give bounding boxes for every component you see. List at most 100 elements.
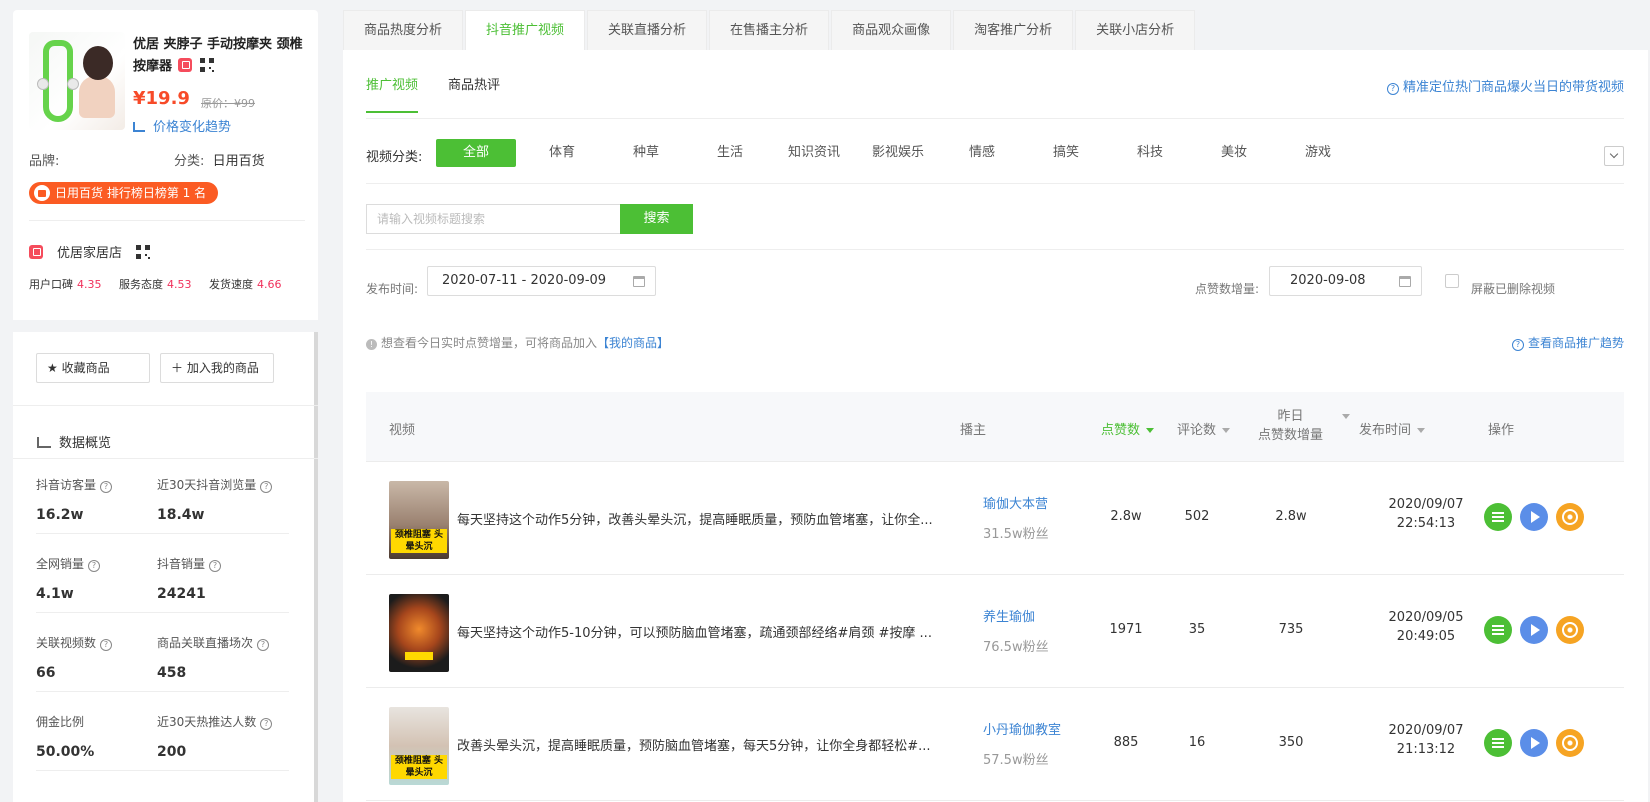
video-thumbnail[interactable]: 颈椎阻塞 头晕头沉 xyxy=(389,481,449,559)
col-publish-sort[interactable]: 发布时间 xyxy=(1359,419,1426,438)
video-search-input[interactable] xyxy=(366,204,621,234)
help-icon[interactable]: ? xyxy=(260,481,273,493)
table-row[interactable]: 每天坚持这个动作5-10分钟，可以预防脑血管堵塞，疏通颈部经络#肩颈 #按摩 .… xyxy=(366,576,1624,688)
subtab-promo-videos[interactable]: 推广视频 xyxy=(366,74,419,113)
help-icon[interactable]: ? xyxy=(88,560,101,572)
help-icon[interactable]: ? xyxy=(100,639,113,651)
anchor-name[interactable]: 养生瑜伽 xyxy=(983,606,1035,625)
target-icon[interactable] xyxy=(1556,616,1584,644)
chart-icon xyxy=(133,122,145,132)
tab-anchor-analysis[interactable]: 在售播主分析 xyxy=(709,10,830,50)
table-row[interactable]: 颈椎阻塞 头晕头沉 改善头晕头沉，提高睡眠质量，预防脑血管堵塞，每天5分钟，让你… xyxy=(366,689,1624,801)
sort-caret-icon xyxy=(1417,428,1426,433)
stat-douyin-sales: 抖音销量? 24241 xyxy=(157,555,222,602)
category-recommend[interactable]: 种草 xyxy=(604,139,688,167)
tab-shop-analysis[interactable]: 关联小店分析 xyxy=(1075,10,1196,50)
category-game[interactable]: 游戏 xyxy=(1276,139,1360,167)
score-value: 4.53 xyxy=(167,278,192,291)
thumbnail-caption: 颈椎阻塞 头晕头沉 xyxy=(391,529,447,553)
massager-knob-left xyxy=(37,78,49,90)
stat-visitors: 抖音访客量? 16.2w xyxy=(36,476,113,523)
sub-tabs: 推广视频 商品热评 xyxy=(366,74,530,113)
qr-code-icon[interactable] xyxy=(200,58,215,72)
category-life[interactable]: 生活 xyxy=(688,139,772,167)
video-title[interactable]: 每天坚持这个动作5-10分钟，可以预防脑血管堵塞，疏通颈部经络#肩颈 #按摩 .… xyxy=(457,622,962,641)
category-entertainment[interactable]: 影视娱乐 xyxy=(856,139,940,167)
shop-row[interactable]: 优居家居店 xyxy=(29,242,151,261)
help-link-label: 精准定位热门商品爆火当日的带货视频 xyxy=(1402,80,1624,95)
col-ops: 操作 xyxy=(1488,423,1515,438)
help-icon[interactable]: ? xyxy=(260,718,273,730)
col-likes: 点赞数 xyxy=(1101,423,1141,438)
expand-categories-button[interactable] xyxy=(1604,146,1624,166)
help-icon[interactable]: ? xyxy=(100,481,113,493)
play-icon[interactable] xyxy=(1520,729,1548,757)
play-icon[interactable] xyxy=(1520,503,1548,531)
product-image[interactable] xyxy=(29,32,125,130)
promo-trend-label: 查看商品推广趋势 xyxy=(1527,336,1624,350)
detail-list-icon[interactable] xyxy=(1484,616,1512,644)
subtab-hot-comments[interactable]: 商品热评 xyxy=(448,74,500,113)
stat-label: 抖音访客量 xyxy=(36,478,97,492)
col-yesterday-sort[interactable]: 昨日 点赞数增量 xyxy=(1258,407,1350,445)
category-emotion[interactable]: 情感 xyxy=(940,139,1024,167)
anchor-name[interactable]: 小丹瑜伽教室 xyxy=(983,719,1061,738)
publish-time: 2020/09/07 21:13:12 xyxy=(1381,721,1471,759)
hide-deleted-checkbox[interactable] xyxy=(1445,274,1459,288)
stat-value: 18.4w xyxy=(157,507,205,523)
anchor-name[interactable]: 瑜伽大本营 xyxy=(983,493,1048,512)
promo-trend-link[interactable]: ? 查看商品推广趋势 xyxy=(1511,334,1624,351)
stat-value: 200 xyxy=(157,744,187,760)
category-knowledge[interactable]: 知识资讯 xyxy=(772,139,856,167)
massager-knob-right xyxy=(67,78,79,90)
rank-badge-label: 日用百货 排行榜日榜第 1 名 xyxy=(55,186,207,200)
category-beauty[interactable]: 美妆 xyxy=(1192,139,1276,167)
tab-audience-profile[interactable]: 商品观众画像 xyxy=(831,10,952,50)
divider xyxy=(366,118,1624,119)
target-icon[interactable] xyxy=(1556,729,1584,757)
star-icon: ★ xyxy=(47,361,58,375)
help-icon[interactable]: ? xyxy=(257,639,270,651)
tab-taoke-analysis[interactable]: 淘客推广分析 xyxy=(953,10,1074,50)
col-comments-sort[interactable]: 评论数 xyxy=(1177,419,1231,438)
publish-date-range: 2020-07-11 - 2020-09-09 xyxy=(442,273,607,288)
video-title[interactable]: 改善头晕头沉，提高睡眠质量，预防脑血管堵塞，每天5分钟，让你全身都轻松#... xyxy=(457,735,962,754)
category-funny[interactable]: 搞笑 xyxy=(1024,139,1108,167)
video-title[interactable]: 每天坚持这个动作5分钟，改善头晕头沉，提高睡眠质量，预防血管堵塞，让你全... xyxy=(457,509,962,528)
video-thumbnail[interactable]: 颈椎阻塞 头晕头沉 xyxy=(389,707,449,785)
stat-value: 24241 xyxy=(157,586,206,602)
video-thumbnail[interactable] xyxy=(389,594,449,672)
price-trend-link[interactable]: 价格变化趋势 xyxy=(133,116,231,135)
shop-icon[interactable] xyxy=(178,58,193,72)
target-icon[interactable] xyxy=(1556,503,1584,531)
add-my-product-button[interactable]: ＋ 加入我的商品 xyxy=(160,353,274,383)
qr-code-icon[interactable] xyxy=(136,245,151,259)
search-button[interactable]: 搜索 xyxy=(620,204,693,234)
likes-date-picker[interactable]: 2020-09-08 xyxy=(1269,266,1422,296)
help-link[interactable]: ? 精准定位热门商品爆火当日的带货视频 xyxy=(1386,76,1624,95)
favorite-button[interactable]: ★ 收藏商品 xyxy=(36,353,150,383)
help-icon[interactable]: ? xyxy=(209,560,222,572)
detail-list-icon[interactable] xyxy=(1484,503,1512,531)
detail-list-icon[interactable] xyxy=(1484,729,1512,757)
category-sports[interactable]: 体育 xyxy=(520,139,604,167)
rank-badge[interactable]: 日用百货 排行榜日榜第 1 名 xyxy=(29,182,219,204)
col-likes-sort[interactable]: 点赞数 xyxy=(1101,419,1155,438)
help-icon: ? xyxy=(1386,83,1399,95)
tab-live-analysis[interactable]: 关联直播分析 xyxy=(587,10,708,50)
overview-title: 数据概览 xyxy=(37,432,111,451)
my-products-link[interactable]: 【我的商品】 xyxy=(597,336,669,350)
tab-douyin-videos[interactable]: 抖音推广视频 xyxy=(465,10,586,50)
category-all[interactable]: 全部 xyxy=(436,139,516,167)
divider xyxy=(36,691,289,692)
publish-date-range-picker[interactable]: 2020-07-11 - 2020-09-09 xyxy=(427,266,656,296)
stat-label: 佣金比例 xyxy=(36,715,85,729)
scrollbar-thumb[interactable] xyxy=(314,332,318,802)
table-row[interactable]: 颈椎阻塞 头晕头沉 每天坚持这个动作5分钟，改善头晕头沉，提高睡眠质量，预防血管… xyxy=(366,463,1624,575)
score-label: 用户口碑 xyxy=(29,278,73,291)
tab-product-heat[interactable]: 商品热度分析 xyxy=(343,10,464,50)
help-icon: ? xyxy=(1511,339,1524,351)
category-tech[interactable]: 科技 xyxy=(1108,139,1192,167)
play-icon[interactable] xyxy=(1520,616,1548,644)
add-my-product-label: 加入我的商品 xyxy=(186,361,259,375)
